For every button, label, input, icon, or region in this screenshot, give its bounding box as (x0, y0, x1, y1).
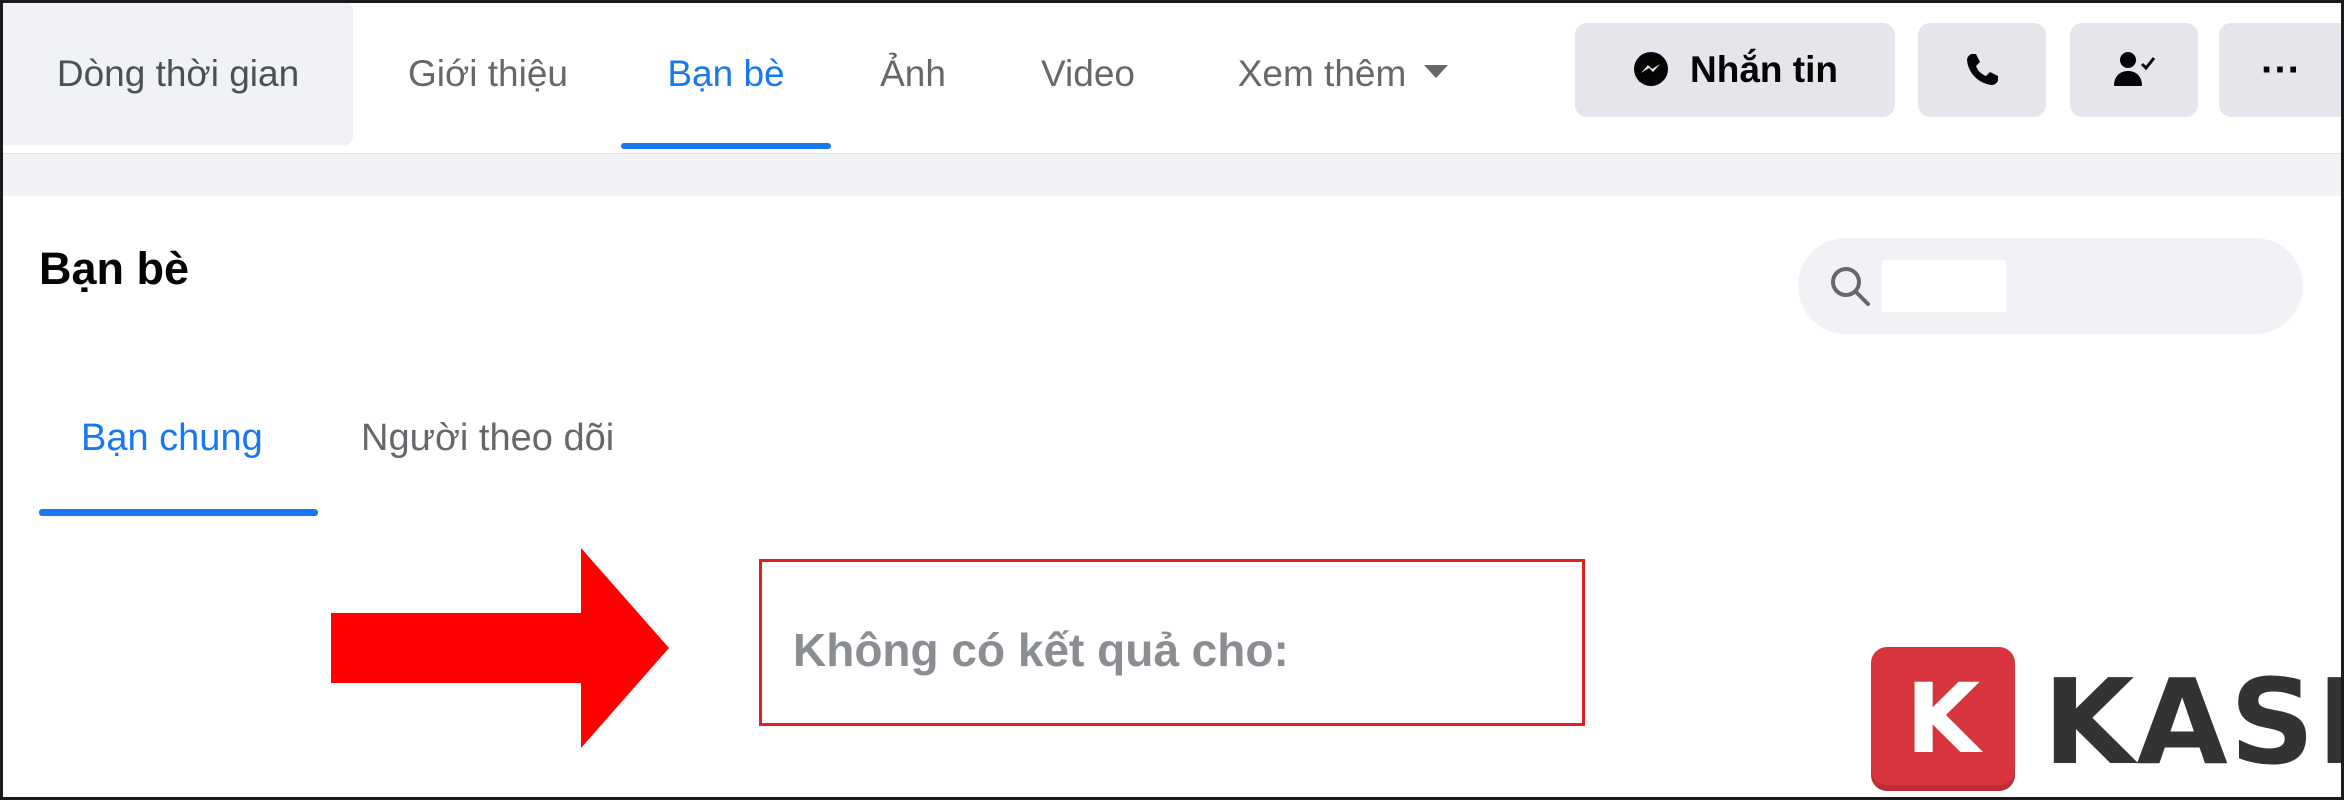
phone-icon (1962, 50, 2002, 90)
kashi-watermark-text: KASHI (2043, 653, 2341, 791)
friends-search[interactable] (1798, 238, 2303, 334)
logo-letter: K (1905, 663, 1981, 775)
tab-label: Xem thêm (1237, 53, 1407, 94)
subtab-mutual-friends[interactable]: Bạn chung (81, 398, 263, 478)
tab-label: Bạn bè (667, 53, 785, 94)
profile-tabs-bar: Dòng thời gian Giới thiệu Bạn bè Ảnh Vid… (3, 3, 2341, 153)
tab-label: Ảnh (880, 53, 946, 94)
search-icon (1828, 264, 1872, 313)
tab-friends[interactable]: Bạn bè (621, 3, 831, 145)
call-button[interactable] (1918, 23, 2046, 117)
message-button[interactable]: Nhắn tin (1575, 23, 1895, 117)
active-subtab-indicator (39, 509, 318, 516)
friends-section-title: Bạn bè (39, 243, 190, 294)
empty-result-message: Không có kết quả cho: (793, 624, 1289, 676)
tab-video[interactable]: Video (1013, 3, 1163, 145)
tab-timeline[interactable]: Dòng thời gian (3, 3, 353, 145)
subtab-label: Bạn chung (81, 416, 263, 459)
tab-about[interactable]: Giới thiệu (378, 3, 598, 145)
red-arrow-icon (331, 543, 671, 758)
subtab-label: Người theo dõi (361, 416, 615, 459)
screenshot-frame: Dòng thời gian Giới thiệu Bạn bè Ảnh Vid… (0, 0, 2344, 800)
ellipsis-icon: ··· (2261, 47, 2301, 92)
friend-status-button[interactable] (2070, 23, 2198, 117)
messenger-icon (1632, 51, 1670, 89)
friend-status-icon (2112, 48, 2156, 92)
active-tab-indicator (621, 143, 831, 149)
subtab-followers[interactable]: Người theo dõi (361, 398, 614, 478)
tab-label: Giới thiệu (408, 53, 568, 94)
message-button-label: Nhắn tin (1690, 49, 1838, 90)
more-options-button[interactable]: ··· (2219, 23, 2341, 117)
friends-search-input[interactable] (1882, 260, 2006, 312)
section-divider (3, 153, 2341, 196)
tab-see-more[interactable]: Xem thêm (1203, 3, 1483, 145)
kashi-logo-badge: K (1871, 647, 2015, 791)
caret-down-icon (1424, 64, 1449, 78)
tab-label: Video (1041, 53, 1135, 94)
tab-label: Dòng thời gian (56, 53, 300, 94)
tab-photos[interactable]: Ảnh (853, 3, 973, 145)
